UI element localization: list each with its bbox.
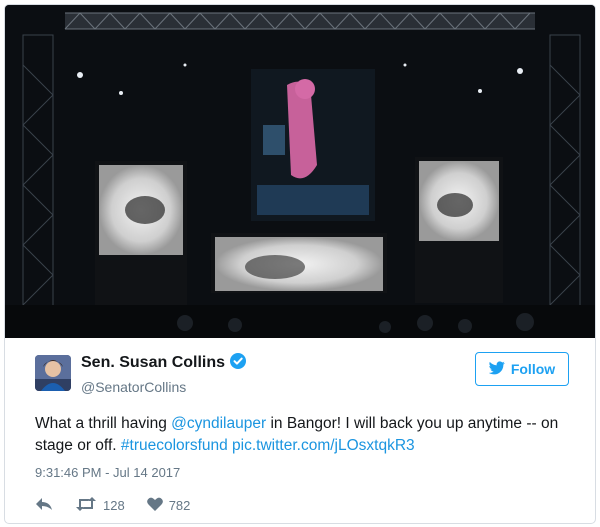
tweet-timestamp[interactable]: 9:31:46 PM - Jul 14 2017 — [35, 465, 180, 480]
avatar[interactable] — [35, 355, 71, 391]
concert-stage-image — [5, 5, 595, 338]
like-count: 782 — [168, 497, 191, 513]
twitter-bird-icon — [488, 360, 505, 378]
hashtag-link[interactable]: #truecolorsfund — [121, 437, 228, 454]
mention-link[interactable]: @cyndilauper — [171, 415, 266, 432]
retweet-count: 128 — [103, 497, 125, 513]
tweet-text-part1: What a thrill having — [35, 415, 172, 432]
tweet-card: Sen. Susan Collins @SenatorCollins Follo… — [4, 4, 596, 524]
tweet-actions: 128 782 — [35, 493, 190, 517]
reply-button[interactable] — [35, 497, 53, 514]
like-button[interactable]: 782 — [146, 497, 191, 514]
pic-link[interactable]: pic.twitter.com/jLOsxtqkR3 — [232, 437, 415, 454]
author-display-name[interactable]: Sen. Susan Collins — [81, 354, 225, 371]
tweet-text: What a thrill having @cyndilauper in Ban… — [35, 413, 580, 457]
tweet-photo[interactable] — [5, 5, 595, 338]
author-handle[interactable]: @SenatorCollins — [81, 379, 246, 395]
heart-icon — [146, 497, 163, 514]
verified-badge-icon — [230, 353, 247, 374]
reply-icon — [35, 497, 53, 514]
follow-label: Follow — [510, 361, 556, 377]
follow-button[interactable]: Follow — [475, 352, 569, 386]
avatar-image — [35, 355, 71, 391]
retweet-icon — [75, 496, 97, 514]
retweet-button[interactable]: 128 — [75, 496, 125, 514]
